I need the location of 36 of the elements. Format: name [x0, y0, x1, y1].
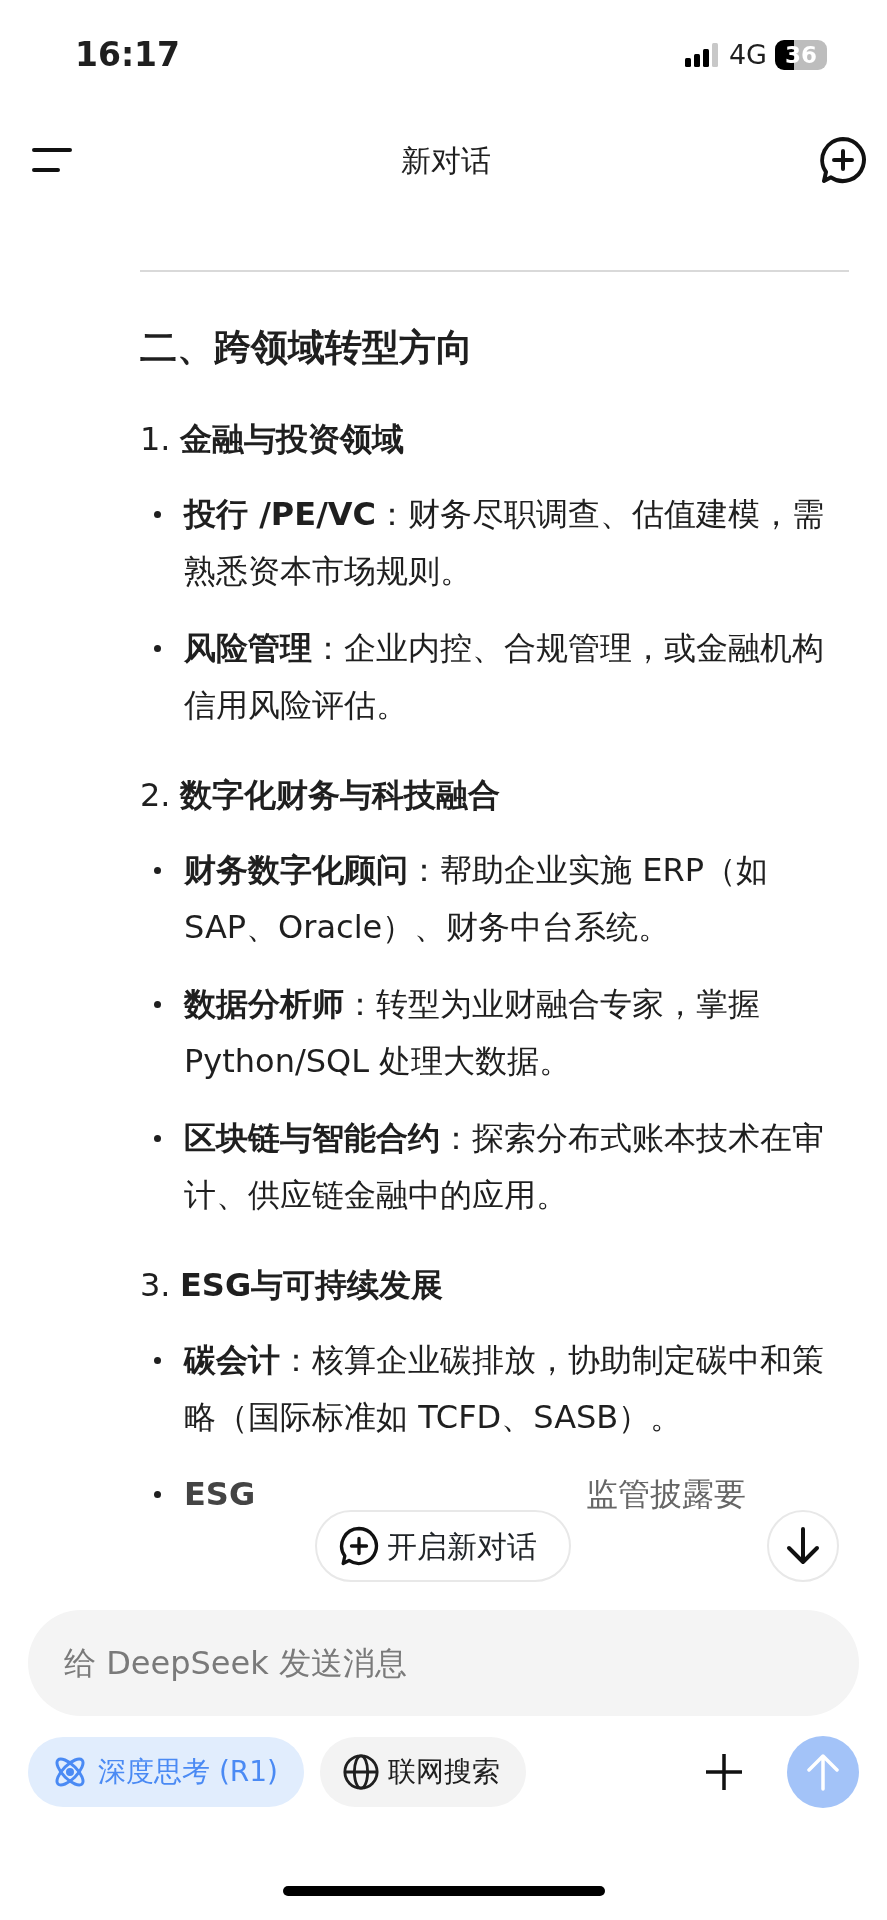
message-input[interactable]: 给 DeepSeek 发送消息: [28, 1610, 859, 1716]
bullet-dot: [154, 1357, 161, 1364]
bullet-dot: [154, 867, 161, 874]
bullet-text: 监管披露要: [586, 1474, 746, 1515]
bullet-text: 财务数字化顾问：帮助企业实施 ERP（如 SAP、Oracle）、财务中台系统。: [184, 851, 768, 946]
down-arrow-icon: [785, 1526, 821, 1566]
list-title: ESG与可持续发展: [180, 1265, 444, 1306]
status-time: 16:17: [75, 34, 181, 77]
section-heading: 二、跨领域转型方向: [140, 325, 474, 371]
bullet-dot: [154, 1001, 161, 1008]
signal-icon: [684, 43, 721, 67]
new-chat-icon: [339, 1526, 379, 1566]
bullet-text: 风险管理：企业内控、合规管理，或金融机构信用风险评估。: [184, 629, 824, 724]
up-arrow-icon: [806, 1752, 840, 1792]
list-number: 3.: [140, 1265, 172, 1306]
bullet-dot: [154, 1491, 161, 1498]
new-chat-icon[interactable]: [819, 136, 867, 184]
mode-toggle[interactable]: 联网搜索: [320, 1737, 527, 1807]
plus-icon[interactable]: [705, 1753, 743, 1791]
list-number: 2.: [140, 775, 172, 816]
bullet-text: 投行 /PE/VC：财务尽职调查、估值建模，需熟悉资本市场规则。: [184, 495, 825, 590]
bullet-term: ESG: [184, 1475, 256, 1513]
bullet-text: 区块链与智能合约：探索分布式账本技术在审计、供应链金融中的应用。: [184, 1119, 824, 1214]
list-title: 数字化财务与科技融合: [180, 775, 500, 816]
menu-icon[interactable]: [32, 147, 72, 173]
bullet-text: 数据分析师：转型为业财融合专家，掌握 Python/SQL 处理大数据。: [184, 985, 760, 1080]
bullet-dot: [154, 645, 161, 652]
network-label: 4G: [728, 37, 767, 72]
new-chat-button[interactable]: 开启新对话: [315, 1510, 571, 1582]
list-title: 金融与投资领域: [180, 419, 404, 460]
globe-icon: [342, 1753, 381, 1791]
list-number: 1.: [140, 419, 172, 460]
bullet-dot: [154, 511, 161, 518]
bullet-dot: [154, 1135, 161, 1142]
bullet-text: 碳会计：核算企业碳排放，协助制定碳中和策略（国际标准如 TCFD、SASB）。: [184, 1341, 824, 1436]
header-title: 新对话: [400, 141, 491, 180]
